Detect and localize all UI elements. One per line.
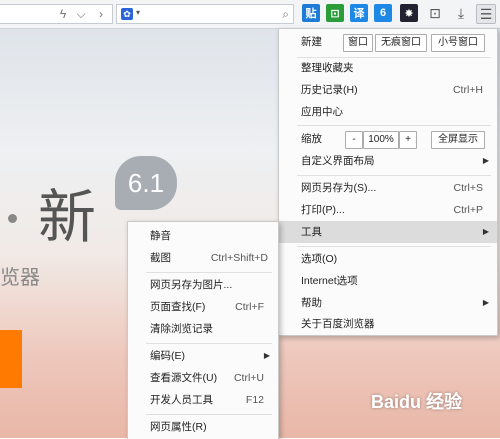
submenu-item-mute[interactable]: 静音 — [128, 225, 278, 247]
submenu-item-find[interactable]: 页面查找(F) Ctrl+F — [128, 296, 278, 318]
download-icon[interactable]: ⤓ — [452, 4, 470, 22]
shortcut-label: Ctrl+F — [235, 301, 264, 313]
separator — [297, 125, 491, 126]
orange-button[interactable] — [0, 330, 22, 388]
version-badge: 6.1 — [115, 156, 177, 210]
headline-char: 新 — [38, 183, 97, 251]
fullscreen-button[interactable]: 全屏显示 — [431, 131, 485, 149]
search-icon[interactable]: ⌕ — [282, 7, 289, 22]
menu-item-label: 页面查找(F) — [150, 301, 206, 313]
menu-item-label: 清除浏览记录 — [150, 323, 213, 335]
watermark: Baidu 经验 — [370, 392, 462, 412]
shortcut-label: Ctrl+U — [233, 372, 264, 384]
separator — [297, 175, 491, 176]
menu-item-tools[interactable]: 工具 ▶ — [279, 221, 497, 243]
shortcut-label: F12 — [245, 394, 264, 406]
menu-row-new: 新建 窗口 无痕窗口 小号窗口 — [279, 31, 497, 53]
zoom-in-button[interactable]: + — [399, 131, 417, 149]
submenu-item-view-source[interactable]: 查看源文件(U) Ctrl+U — [128, 367, 278, 389]
decor-dot — [8, 214, 17, 223]
menu-item-label: 网页另存为图片... — [150, 279, 233, 291]
menu-item-app-center[interactable]: 应用中心 — [279, 101, 497, 123]
zoom-label: 缩放 — [301, 133, 322, 145]
address-bar[interactable]: ϟ ⌵ › — [0, 4, 113, 24]
crop-icon[interactable]: ⊡ — [326, 4, 344, 22]
menu-item-label: 工具 — [301, 226, 322, 238]
menu-item-label: 网页另存为(S)... — [301, 182, 377, 194]
menu-item-organize-favorites[interactable]: 整理收藏夹 — [279, 57, 497, 79]
submenu-arrow-icon: ▶ — [482, 156, 489, 165]
translate-icon[interactable]: 译 — [350, 4, 368, 22]
separator — [146, 272, 272, 273]
menu-item-label: Internet选项 — [301, 275, 358, 287]
menu-item-label: 网页属性(R) — [150, 421, 207, 433]
separator — [146, 343, 272, 344]
submenu-arrow-icon: ▶ — [482, 227, 489, 236]
tools-submenu: 静音 截图 Ctrl+Shift+D 网页另存为图片... 页面查找(F) Ct… — [127, 221, 279, 439]
tie-icon[interactable]: 贴 — [302, 4, 320, 22]
new-window-button[interactable]: 窗口 — [343, 34, 373, 52]
search-input[interactable]: ✿ ▾ ⌕ — [116, 4, 294, 24]
shortcut-label: Ctrl+S — [453, 182, 483, 194]
shortcut-label: Ctrl+Shift+D — [210, 252, 268, 264]
submenu-arrow-icon: ▶ — [482, 298, 489, 307]
lightning-icon[interactable]: ϟ — [54, 5, 72, 23]
menu-item-label: 截图 — [150, 252, 171, 264]
app-icon[interactable]: 6 — [374, 4, 392, 22]
menu-item-label: 应用中心 — [301, 106, 343, 118]
menu-item-label: 查看源文件(U) — [150, 372, 218, 384]
subtitle-text: 览器 — [0, 267, 40, 289]
menu-icon[interactable]: ☰ — [476, 4, 496, 24]
submenu-item-clear-history[interactable]: 清除浏览记录 — [128, 318, 278, 340]
menu-item-label: 开发人员工具 — [150, 394, 213, 406]
chevron-right-icon[interactable]: › — [92, 5, 110, 23]
small-window-button[interactable]: 小号窗口 — [431, 34, 485, 52]
menu-item-history[interactable]: 历史记录(H) Ctrl+H — [279, 79, 497, 101]
submenu-item-page-properties[interactable]: 网页属性(R) — [128, 416, 278, 438]
menu-item-label: 打印(P)... — [301, 204, 345, 216]
bookmark-icon[interactable]: ⊡ — [426, 4, 444, 22]
submenu-item-screenshot[interactable]: 截图 Ctrl+Shift+D — [128, 247, 278, 269]
browser-toolbar: ϟ ⌵ › ✿ ▾ ⌕ 贴 ⊡ 译 6 ✸ ⊡ ⤓ ☰ — [0, 0, 500, 29]
chevron-down-icon[interactable]: ⌵ — [72, 5, 90, 23]
menu-item-label: 历史记录(H) — [301, 84, 358, 96]
shortcut-label: Ctrl+P — [453, 204, 483, 216]
menu-item-about[interactable]: 关于百度浏览器 — [279, 313, 497, 335]
menu-item-label: 关于百度浏览器 — [301, 318, 375, 330]
separator — [297, 246, 491, 247]
caret-down-icon[interactable]: ▾ — [136, 8, 140, 17]
shortcut-label: Ctrl+H — [452, 84, 483, 96]
menu-item-label: 帮助 — [301, 297, 322, 309]
submenu-arrow-icon: ▶ — [263, 351, 270, 360]
menu-item-label: 静音 — [150, 230, 171, 242]
separator — [146, 414, 272, 415]
submenu-item-encoding[interactable]: 编码(E) ▶ — [128, 345, 278, 367]
gear-icon[interactable]: ✸ — [400, 4, 418, 22]
menu-item-print[interactable]: 打印(P)... Ctrl+P — [279, 199, 497, 221]
menu-item-options[interactable]: 选项(O) — [279, 248, 497, 270]
submenu-item-save-as-image[interactable]: 网页另存为图片... — [128, 274, 278, 296]
menu-item-label: 编码(E) — [150, 350, 185, 362]
menu-item-internet-options[interactable]: Internet选项 — [279, 270, 497, 292]
baidu-paw-icon[interactable]: ✿ — [121, 8, 133, 20]
main-menu: 新建 窗口 无痕窗口 小号窗口 整理收藏夹 历史记录(H) Ctrl+H 应用中… — [278, 28, 498, 336]
submenu-item-dev-tools[interactable]: 开发人员工具 F12 — [128, 389, 278, 411]
menu-row-zoom: 缩放 - 100% + 全屏显示 — [279, 128, 497, 150]
menu-item-label: 整理收藏夹 — [301, 62, 354, 74]
menu-item-label: 选项(O) — [301, 253, 338, 265]
menu-item-help[interactable]: 帮助 ▶ — [279, 292, 497, 314]
menu-item-label: 自定义界面布局 — [301, 155, 375, 167]
zoom-out-button[interactable]: - — [345, 131, 363, 149]
incognito-window-button[interactable]: 无痕窗口 — [375, 34, 427, 52]
menu-item-custom-layout[interactable]: 自定义界面布局 ▶ — [279, 150, 497, 172]
new-label: 新建 — [301, 36, 322, 48]
menu-item-save-as[interactable]: 网页另存为(S)... Ctrl+S — [279, 177, 497, 199]
zoom-value: 100% — [363, 131, 399, 149]
